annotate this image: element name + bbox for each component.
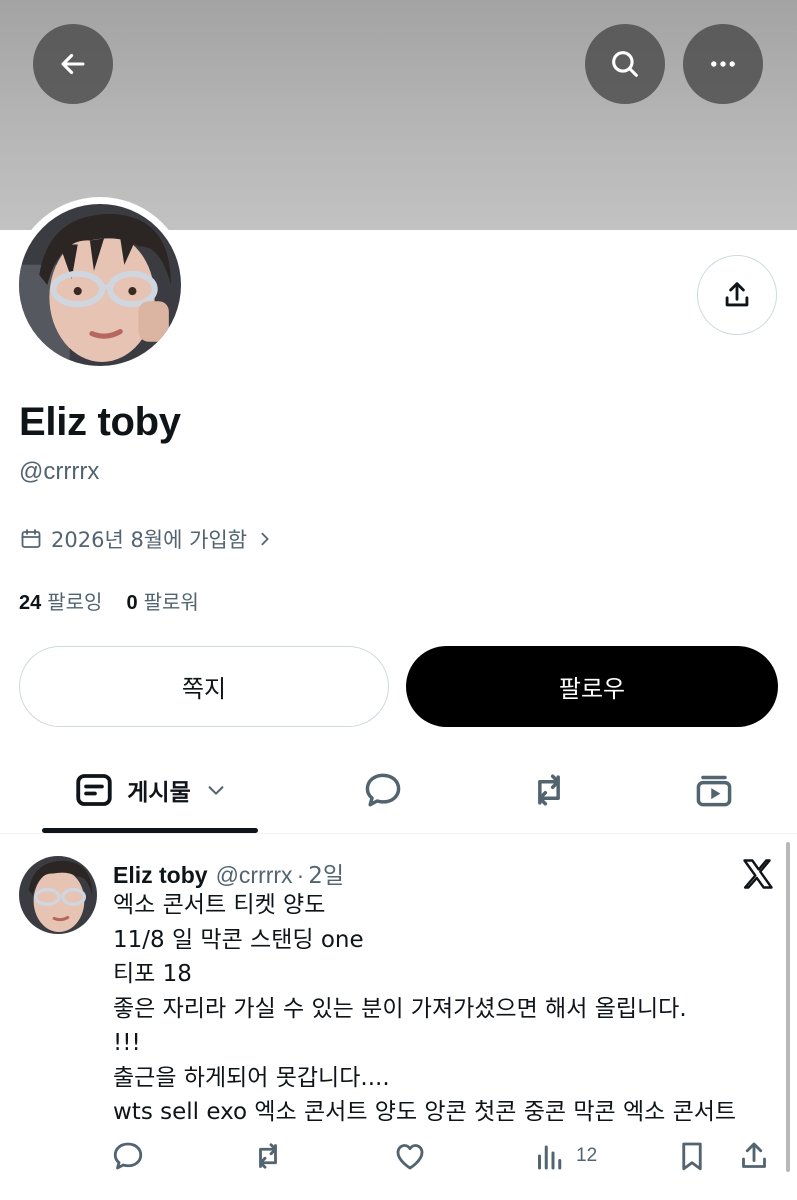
reply-icon: [113, 1142, 143, 1170]
bookmark-button[interactable]: [674, 1138, 710, 1174]
following-count: 24: [19, 592, 42, 614]
tab-media[interactable]: [671, 750, 757, 830]
post-actions: 12: [110, 1138, 790, 1178]
post-text-line: !!!: [113, 1030, 141, 1056]
heart-icon: [396, 1144, 424, 1170]
views-count: 12: [576, 1145, 598, 1166]
follow-button[interactable]: 팔로우: [406, 646, 778, 727]
profile-handle: @crrrrx: [19, 458, 100, 485]
views-button[interactable]: 12: [532, 1138, 597, 1174]
post-author-avatar[interactable]: [19, 856, 97, 934]
bookmark-icon: [682, 1142, 702, 1171]
like-button[interactable]: [392, 1138, 428, 1174]
post-text-line: 티포 18: [113, 961, 192, 987]
post-text: 엑소 콘서트 티켓 양도 11/8 일 막콘 스탠딩 one 티포 18 좋은 …: [113, 888, 785, 1130]
video-stack-icon: [696, 775, 732, 807]
views-chart-icon: [538, 1145, 562, 1170]
avatar-photo: [19, 204, 181, 366]
speech-bubble-icon: [365, 773, 401, 807]
post-text-line: 11/8 일 막콘 스탠딩 one: [113, 926, 364, 953]
repost-icon: [259, 1143, 277, 1169]
calendar-icon: [21, 529, 41, 548]
post-time[interactable]: 2일: [308, 856, 344, 890]
avatar-photo: [19, 856, 97, 934]
repost-icon: [538, 774, 560, 806]
joined-date-row[interactable]: 2026년 8월에 가입함: [19, 524, 281, 554]
profile-display-name: Eliz toby: [19, 400, 181, 444]
back-button[interactable]: [33, 24, 113, 104]
profile-banner: [0, 0, 797, 230]
share-profile-button[interactable]: [697, 255, 777, 335]
share-post-button[interactable]: [736, 1138, 772, 1174]
followers-count: 0: [126, 592, 138, 614]
chevron-right-icon: [261, 532, 269, 546]
arrow-left-icon: [61, 53, 85, 75]
reply-button[interactable]: [110, 1138, 146, 1174]
followers-stat[interactable]: 0 팔로워: [126, 586, 198, 615]
post-author-handle[interactable]: @crrrrx: [216, 862, 293, 889]
post-text-line: 출근을 하게되어 못갑니다....: [113, 1064, 390, 1091]
more-button[interactable]: [683, 24, 763, 104]
profile-tabs: 게시물: [0, 750, 797, 834]
message-button[interactable]: 쪽지: [19, 646, 389, 727]
profile-avatar[interactable]: [12, 197, 188, 373]
search-button[interactable]: [585, 24, 665, 104]
search-icon: [612, 51, 638, 77]
joined-date-text: 2026년 8월에 가입함: [51, 528, 248, 552]
following-stat[interactable]: 24 팔로잉: [19, 586, 102, 615]
share-icon: [742, 1142, 766, 1168]
tab-replies[interactable]: [340, 750, 426, 830]
repost-button[interactable]: [250, 1138, 286, 1174]
post-header: Eliz toby @crrrrx · 2일: [113, 856, 344, 890]
share-icon: [725, 282, 749, 307]
post-text-line: 엑소 콘서트 티켓 양도: [113, 892, 326, 918]
tab-posts-label: 게시물: [127, 780, 191, 806]
follow-stats: 24 팔로잉 0 팔로워: [19, 586, 223, 615]
post-author-name[interactable]: Eliz toby: [113, 862, 208, 889]
followers-label: 팔로워: [143, 590, 199, 614]
following-label: 팔로잉: [47, 590, 103, 614]
tab-reposts[interactable]: [506, 750, 592, 830]
scrollbar[interactable]: [786, 842, 790, 1172]
posts-icon: [76, 774, 112, 806]
post-text-line: 좋은 자리라 가실 수 있는 분이 가져가셨으면 해서 올립니다.: [113, 995, 687, 1022]
post-separator: ·: [296, 862, 305, 888]
more-horizontal-icon: [711, 61, 735, 67]
post-text-line: wts sell exo 엑소 콘서트 양도 앙콘 첫콘 중콘 막콘 엑소 콘서…: [113, 1099, 737, 1125]
tab-posts[interactable]: 게시물: [42, 750, 258, 830]
active-tab-indicator: [42, 828, 258, 833]
chevron-down-icon: [208, 786, 224, 795]
x-logo-icon: [743, 859, 773, 889]
